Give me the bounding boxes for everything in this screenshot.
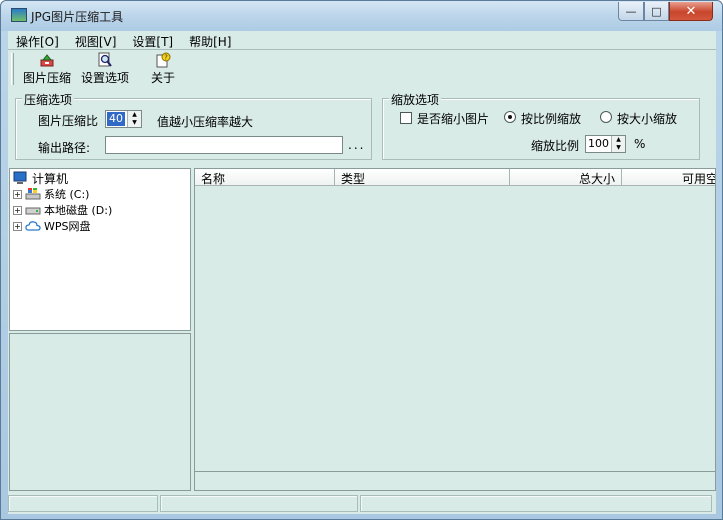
scale-spinner-arrows[interactable]: ▲ ▼	[611, 136, 625, 152]
shrink-checkbox-label: 是否缩小图片	[417, 112, 490, 126]
ratio-spinner-arrows[interactable]: ▲ ▼	[127, 111, 141, 127]
expand-icon[interactable]: +	[13, 205, 22, 215]
tree-item-wps[interactable]: + WPS网盘	[13, 218, 91, 234]
radio-scale-size[interactable]	[600, 111, 612, 123]
menu-operate[interactable]: 操作[O]	[8, 31, 67, 50]
about-icon: ?	[155, 52, 171, 68]
ratio-spinner[interactable]: 40 ▲ ▼	[105, 110, 142, 128]
ratio-value[interactable]: 40	[107, 112, 125, 126]
scale-options-title: 缩放选项	[389, 91, 442, 108]
ratio-down-icon[interactable]: ▼	[128, 119, 141, 127]
svg-text:?: ?	[164, 54, 168, 62]
scale-down-icon[interactable]: ▼	[612, 144, 625, 152]
expand-icon[interactable]: +	[13, 189, 22, 199]
settings-button[interactable]: 设置选项	[76, 51, 134, 87]
status-cell-2	[160, 495, 358, 512]
window-title: JPG图片压缩工具	[31, 10, 124, 24]
file-list[interactable]: 名称 类型 总大小 可用空 ◀ ≡ ▶	[194, 168, 716, 490]
title-bar[interactable]: JPG图片压缩工具 — □ ✕	[1, 1, 722, 31]
tree-item-label: 计算机	[32, 171, 69, 186]
tree-item-label: WPS网盘	[44, 220, 91, 233]
compress-options-group: 压缩选项 图片压缩比 40 ▲ ▼ 值越小压缩率越大 输出路径: ...	[15, 91, 372, 160]
browse-button[interactable]: ...	[348, 138, 365, 152]
maximize-button[interactable]: □	[644, 2, 669, 21]
ratio-up-icon[interactable]: ▲	[128, 111, 141, 119]
compress-button-label: 图片压缩	[22, 71, 71, 85]
status-cell-3	[360, 495, 712, 512]
column-type[interactable]: 类型	[335, 169, 510, 186]
tree-item-label: 系统 (C:)	[44, 188, 90, 201]
tree-item-label: 本地磁盘 (D:)	[44, 204, 113, 217]
status-bar	[8, 495, 716, 514]
scale-unit: %	[634, 137, 646, 151]
menu-bar: 操作[O] 视图[V] 设置[T] 帮助[H]	[8, 31, 716, 50]
compress-icon	[39, 52, 55, 68]
scale-ratio-label: 缩放比例	[531, 139, 580, 153]
menu-settings[interactable]: 设置[T]	[124, 31, 181, 50]
minimize-button[interactable]: —	[618, 2, 644, 21]
app-window: JPG图片压缩工具 — □ ✕ 操作[O] 视图[V] 设置[T] 帮助[H]	[0, 0, 723, 520]
system-drive-icon	[25, 188, 41, 200]
preview-pane	[9, 333, 191, 491]
scale-spinner[interactable]: 100 ▲ ▼	[585, 135, 626, 153]
output-path-label: 输出路径:	[38, 141, 91, 155]
settings-button-label: 设置选项	[80, 71, 129, 85]
detail-panel	[194, 471, 716, 491]
radio-scale-ratio[interactable]	[504, 111, 516, 123]
app-icon	[11, 8, 27, 22]
computer-icon	[13, 171, 27, 184]
about-button[interactable]: ? 关于	[134, 51, 192, 87]
expand-icon[interactable]: +	[13, 221, 22, 231]
folder-tree[interactable]: 计算机 + 系统 (C:) + 本地磁盘 (D:) + WPS网盘	[9, 168, 191, 331]
about-button-label: 关于	[150, 71, 175, 85]
scale-options-group: 缩放选项 是否缩小图片 按比例缩放 按大小缩放 缩放比例 100 ▲ ▼ %	[382, 91, 700, 160]
menu-view[interactable]: 视图[V]	[67, 31, 125, 50]
column-free-space[interactable]: 可用空	[622, 169, 715, 186]
compress-button[interactable]: 图片压缩	[18, 51, 76, 87]
settings-magnifier-icon	[97, 52, 113, 68]
close-button[interactable]: ✕	[669, 2, 713, 21]
scale-up-icon[interactable]: ▲	[612, 136, 625, 144]
client-area: 操作[O] 视图[V] 设置[T] 帮助[H] 图片压缩 设置选项 ? 关于 压…	[8, 31, 716, 514]
ratio-hint: 值越小压缩率越大	[157, 115, 254, 129]
radio-scale-size-label: 按大小缩放	[617, 112, 678, 126]
status-cell-1	[8, 495, 158, 512]
radio-scale-ratio-label: 按比例缩放	[521, 112, 582, 126]
tree-item-drive-d[interactable]: + 本地磁盘 (D:)	[13, 202, 112, 218]
output-path-input[interactable]	[105, 136, 343, 154]
ratio-label: 图片压缩比	[38, 114, 99, 128]
column-total-size[interactable]: 总大小	[510, 169, 622, 186]
toolbar: 图片压缩 设置选项 ? 关于	[8, 51, 716, 87]
tree-item-drive-c[interactable]: + 系统 (C:)	[13, 186, 89, 202]
list-header: 名称 类型 总大小 可用空	[195, 169, 715, 186]
column-name[interactable]: 名称	[195, 169, 335, 186]
shrink-checkbox[interactable]	[400, 112, 412, 124]
menu-help[interactable]: 帮助[H]	[181, 31, 239, 50]
scale-value[interactable]: 100	[586, 136, 611, 152]
compress-options-title: 压缩选项	[22, 91, 75, 108]
tree-item-computer[interactable]: 计算机	[13, 170, 68, 186]
cloud-drive-icon	[25, 221, 41, 231]
local-disk-icon	[25, 207, 41, 215]
